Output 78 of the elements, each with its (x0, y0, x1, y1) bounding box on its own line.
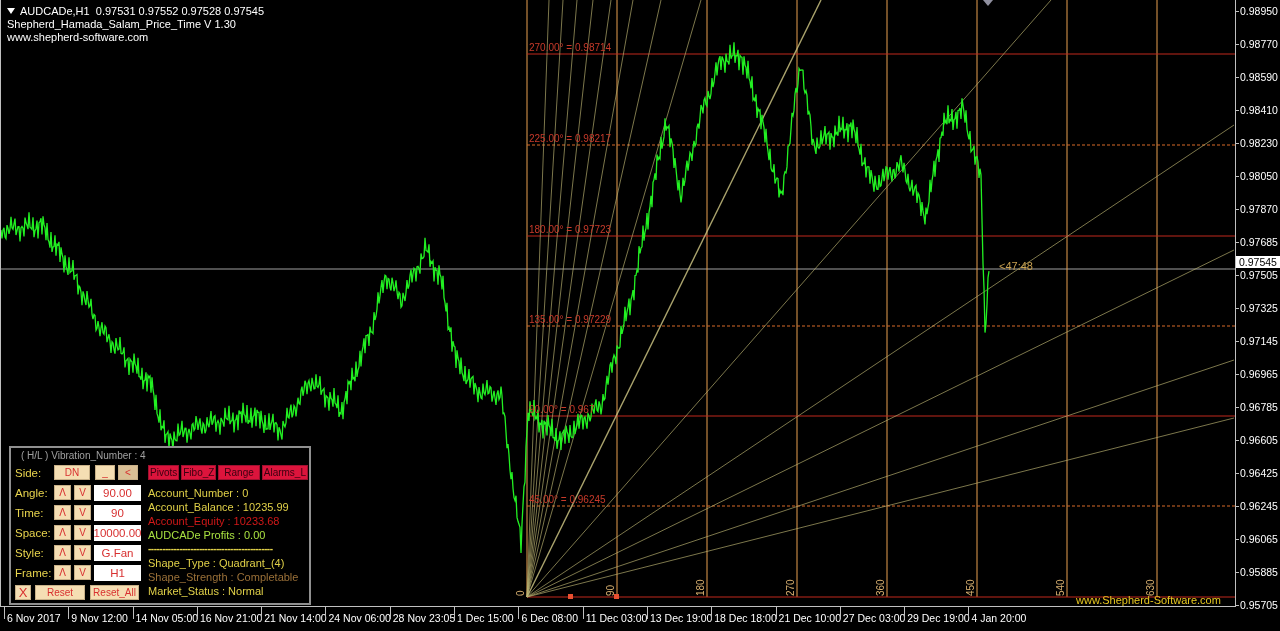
side-button[interactable]: DN (54, 465, 90, 480)
tool-button[interactable]: Pivots (148, 465, 180, 480)
website-text: www.shepherd-software.com (7, 31, 150, 43)
panel-title: ( H/L ) Vibration_Number : 4 (20, 450, 147, 462)
current-price-tag: 0.97545 (1236, 256, 1280, 268)
reset-button[interactable]: Reset (35, 585, 85, 600)
account-info-text: Account_Equity : 10233.68 (148, 514, 281, 528)
price-label: 0.97870 (1240, 203, 1278, 215)
price-label: 0.98230 (1240, 137, 1278, 149)
setting-label: Frame: (15, 566, 51, 579)
cycle-label: 180 (695, 579, 706, 596)
price-label: 0.96605 (1240, 434, 1278, 446)
cycle-label: 270 (785, 579, 796, 596)
price-label: 0.95885 (1240, 566, 1278, 578)
decrease-button[interactable]: V (74, 565, 91, 580)
account-info-text: Account_Number : 0 (148, 486, 250, 500)
price-label: 0.96785 (1240, 401, 1278, 413)
cycle-label: 0 (515, 590, 526, 596)
chart-shift-icon[interactable] (983, 0, 993, 6)
increase-button[interactable]: Λ (54, 565, 71, 580)
price-label: 0.96425 (1240, 467, 1278, 479)
price-label: 0.97145 (1240, 335, 1278, 347)
value-field[interactable]: G.Fan (94, 544, 141, 561)
account-info-text: Account_Balance : 10235.99 (148, 500, 290, 514)
cycle-label: 540 (1055, 579, 1066, 596)
price-label: 0.96065 (1240, 533, 1278, 545)
price-label: 0.98770 (1240, 38, 1278, 50)
increase-button[interactable]: Λ (54, 545, 71, 560)
increase-button[interactable]: Λ (54, 505, 71, 520)
value-field[interactable]: 90 (94, 504, 141, 521)
account-info-text: AUDCADe Profits : 0.00 (148, 528, 267, 542)
indicator-name: Shepherd_Hamada_Salam_Price_Time V 1.30 (7, 18, 237, 30)
decrease-button[interactable]: V (74, 525, 91, 540)
increase-button[interactable]: Λ (54, 485, 71, 500)
value-field[interactable]: H1 (94, 564, 141, 581)
setting-label: Style: (15, 546, 45, 559)
price-label: 0.98950 (1240, 5, 1278, 17)
cycle-label: 360 (875, 579, 886, 596)
setting-label: Angle: (15, 486, 49, 499)
cycle-label: 90 (605, 584, 616, 596)
price-label: 0.98050 (1240, 170, 1278, 182)
tool-button[interactable]: Fibo_Z (181, 465, 217, 480)
level-label: 180.00° = 0.97723 (529, 224, 612, 235)
price-label: 0.97505 (1240, 269, 1278, 281)
reset-all-button[interactable]: Reset_All (90, 585, 139, 600)
decrease-button[interactable]: V (74, 545, 91, 560)
account-info-text: Shape_Strength : Completable (148, 570, 300, 584)
decrease-button[interactable]: V (74, 505, 91, 520)
level-label: 225.00° = 0.98217 (529, 133, 612, 144)
price-label: 0.98590 (1240, 71, 1278, 83)
level-label: 270.00° = 0.98714 (529, 42, 612, 53)
tool-button[interactable]: Alarms_L (261, 465, 308, 480)
decrease-button[interactable]: V (74, 485, 91, 500)
setting-label: Space: (15, 526, 51, 539)
countdown-timer: <47:48 (999, 260, 1033, 272)
tool-button[interactable]: Range (218, 465, 260, 480)
cycle-label: 450 (965, 579, 976, 596)
increase-button[interactable]: Λ (54, 525, 71, 540)
level-label: 135.00° = 0.97229 (529, 314, 612, 325)
symbol-quote: AUDCADe,H1 0.97531 0.97552 0.97528 0.97545 (20, 5, 264, 17)
side-button[interactable]: < (118, 465, 138, 480)
value-field[interactable]: 90.00 (94, 484, 141, 501)
side-label: Side: (15, 466, 43, 479)
price-label: 0.95705 (1240, 599, 1278, 611)
price-label: 0.98410 (1240, 104, 1278, 116)
price-label: 0.96965 (1240, 368, 1278, 380)
setting-label: Time: (15, 506, 45, 519)
price-label: 0.96245 (1240, 500, 1278, 512)
price-label: 0.97325 (1240, 302, 1278, 314)
separator-text: -------------------------------------------- (148, 542, 274, 556)
account-info-text: Shape_Type : Quadrant_(4) (148, 556, 286, 570)
price-label: 0.97685 (1240, 236, 1278, 248)
account-info-text: Market_Status : Normal (148, 584, 265, 598)
close-button[interactable]: X (15, 585, 31, 600)
dropdown-icon[interactable] (7, 8, 15, 14)
cycle-label: 630 (1145, 579, 1156, 596)
value-field[interactable]: 10000.00 (94, 524, 141, 541)
side-button[interactable]: _ (95, 465, 115, 480)
